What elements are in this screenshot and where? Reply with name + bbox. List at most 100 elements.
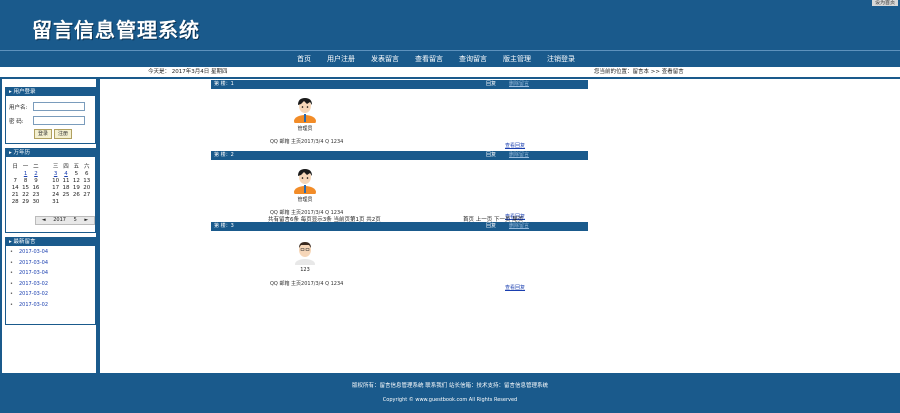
info-bar: 今天是： 2017年3月4日 星期四 您当前的位置：留言本 >> 查看留言 (0, 67, 900, 77)
username-label: 用户名: (9, 105, 28, 111)
cal-day: 21 (11, 191, 19, 198)
cal-spacer (41, 184, 50, 191)
nav-view-messages[interactable]: 查看留言 (415, 51, 443, 67)
register-button[interactable]: 注册 (54, 129, 72, 139)
cal-day[interactable]: 3 (50, 170, 60, 177)
user-avatar-icon (294, 98, 316, 123)
calendar-grid: 日 一 二 三 四 五 六 1 2 3 4 5 6 7 8 9 10 11 12… (10, 162, 92, 205)
calendar-week-row: 21 22 23 24 25 26 27 (10, 191, 92, 198)
nav-search-messages[interactable]: 查询留言 (459, 51, 487, 67)
recent-item[interactable]: 2017-03-04 (10, 249, 48, 260)
password-row: 密 码: (9, 116, 85, 125)
username-row: 用户名: (9, 102, 85, 111)
cal-weekday: 四 (63, 164, 69, 170)
cal-day: 25 (62, 191, 70, 198)
username: 管理员 (297, 197, 313, 203)
nav-register[interactable]: 用户注册 (327, 51, 355, 67)
calendar-panel-title: ▸ 万年历 (6, 149, 95, 157)
delete-link[interactable]: 删除留言 (509, 80, 529, 89)
cal-day (71, 198, 81, 205)
cal-day: 10 (52, 177, 60, 184)
cal-next-button[interactable]: ► (84, 217, 88, 224)
recent-item[interactable]: 2017-03-02 (10, 281, 48, 292)
reply-link[interactable]: 回复 (486, 80, 496, 89)
message-card: 第 楼：3 回复 删除留言 123 QQ 邮箱 主页2017/3/4 Q 123… (211, 222, 588, 293)
set-homepage-link[interactable]: 设为首页 (871, 0, 898, 6)
header-banner: 留言信息管理系统 设为首页 (0, 0, 900, 50)
message-card: 第 楼：1 回复 删除留言 管理员 QQ 邮箱 主页2017/3/4 Q 123… (211, 80, 588, 151)
calendar-week-row: 7 8 9 10 11 12 13 (10, 177, 92, 184)
calendar-title-text: 万年历 (13, 150, 31, 156)
cal-day: 27 (83, 191, 91, 198)
cal-day: 9 (34, 177, 38, 184)
calendar-week-row: 28 29 30 31 (10, 198, 92, 205)
cal-day: 12 (72, 177, 80, 184)
cal-day: 7 (13, 177, 17, 184)
pagination-links[interactable]: 首页 上一页 下一页 尾页 (463, 215, 523, 223)
cal-spacer (41, 198, 50, 205)
cal-day: 17 (52, 184, 60, 191)
calendar-panel: ▸ 万年历 日 一 二 三 四 五 六 1 2 3 4 5 6 7 8 9 10… (5, 148, 96, 233)
recent-list: 2017-03-04 2017-03-04 2017-03-04 2017-03… (10, 249, 48, 312)
message-header: 第 楼：2 回复 删除留言 (211, 151, 588, 160)
main-nav: 首页 用户注册 发表留言 查看留言 查询留言 版主管理 注销登录 (0, 50, 900, 68)
cal-day: 28 (11, 198, 19, 205)
cal-weekday: 六 (84, 164, 90, 170)
message-header: 第 楼：1 回复 删除留言 (211, 80, 588, 89)
login-panel-title: ▸ 用户登录 (6, 88, 95, 96)
calendar-week-row: 1 2 3 4 5 6 (10, 170, 92, 177)
nav-logout[interactable]: 注销登录 (547, 51, 575, 67)
nav-post-message[interactable]: 发表留言 (371, 51, 399, 67)
recent-item[interactable]: 2017-03-02 (10, 302, 48, 313)
password-label: 密 码: (9, 119, 24, 125)
footer: 版权所有：留言信息管理系统 联系我们 站长信箱：技术支持：留言信息管理系统 Co… (0, 373, 900, 413)
cal-day: 14 (11, 184, 19, 191)
message-floor: 第 楼：3 (214, 223, 234, 229)
username: 123 (300, 267, 310, 273)
cal-day[interactable]: 1 (20, 170, 30, 177)
recent-panel-title: ▸ 最新留言 (6, 238, 95, 246)
nav-home[interactable]: 首页 (297, 51, 311, 67)
cal-day: 20 (83, 184, 91, 191)
contact-icons[interactable]: QQ 邮箱 主页2017/3/4 Q 1234 (270, 138, 343, 145)
login-panel: ▸ 用户登录 用户名: 密 码: 登录 注册 (5, 87, 96, 144)
message-floor: 第 楼：1 (214, 81, 234, 87)
cal-day[interactable]: 2 (31, 170, 41, 177)
recent-item[interactable]: 2017-03-04 (10, 260, 48, 271)
recent-item[interactable]: 2017-03-02 (10, 291, 48, 302)
reply-link[interactable]: 回复 (486, 222, 496, 231)
cal-spacer (41, 170, 50, 177)
recent-title-text: 最新留言 (13, 239, 36, 245)
view-replies-link[interactable]: 查看回复 (505, 284, 525, 291)
reply-link[interactable]: 回复 (486, 151, 496, 160)
cal-day: 13 (83, 177, 91, 184)
cal-day: 30 (32, 198, 40, 205)
view-replies-link[interactable]: 查看回复 (505, 142, 525, 149)
message-card: 第 楼：2 回复 删除留言 管理员 QQ 邮箱 主页2017/3/4 Q 123… (211, 151, 588, 222)
cal-day[interactable]: 4 (61, 170, 71, 177)
message-header: 第 楼：3 回复 删除留言 (211, 222, 588, 231)
delete-link[interactable]: 删除留言 (509, 222, 529, 231)
system-title: 留言信息管理系统 (32, 18, 200, 42)
cal-year: 2017 (53, 217, 66, 223)
cal-weekday: 二 (33, 164, 39, 170)
delete-link[interactable]: 删除留言 (509, 151, 529, 160)
cal-day: 23 (32, 191, 40, 198)
username-input[interactable] (33, 102, 85, 111)
current-date: 今天是： 2017年3月4日 星期四 (148, 69, 228, 75)
cal-day: 16 (32, 184, 40, 191)
footer-copyright-notice: Copyright © www.guestbook.com All Rights… (382, 397, 518, 403)
login-button[interactable]: 登录 (34, 129, 52, 139)
cal-spacer (41, 177, 50, 184)
cal-prev-button[interactable]: ◄ (42, 217, 46, 224)
nav-admin[interactable]: 版主管理 (503, 51, 531, 67)
cal-day: 22 (22, 191, 30, 198)
cal-weekday: 五 (73, 164, 80, 170)
contact-icons[interactable]: QQ 邮箱 主页2017/3/4 Q 1234 (270, 280, 343, 287)
cal-weekday: 日 (12, 164, 18, 170)
password-input[interactable] (33, 116, 85, 125)
recent-item[interactable]: 2017-03-04 (10, 270, 48, 281)
cal-day (82, 198, 92, 205)
cal-day: 29 (22, 198, 30, 205)
pagination-summary: 共有留言6条 每页显示3条 当前页第1页 共2页 (268, 217, 381, 223)
